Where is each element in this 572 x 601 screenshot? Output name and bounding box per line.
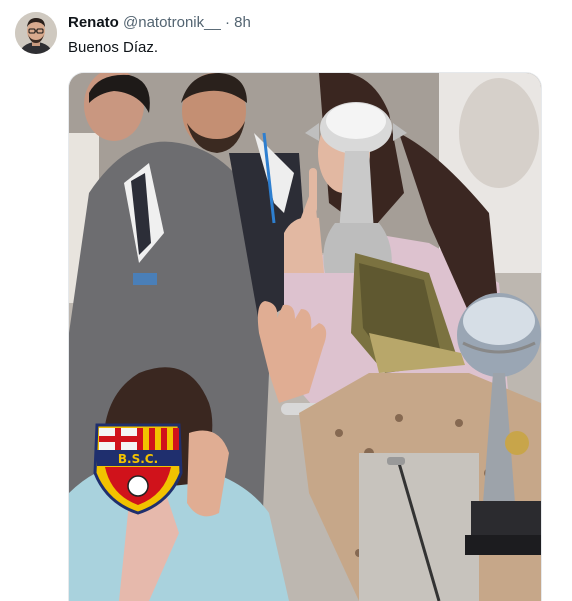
tweet-media-image[interactable]: B.S.C. <box>68 72 542 601</box>
author-handle[interactable]: @natotronik__ <box>123 14 221 31</box>
tweet-timestamp[interactable]: 8h <box>234 14 251 31</box>
avatar-image <box>15 12 57 54</box>
meme-photo: B.S.C. <box>69 73 541 601</box>
tweet-text: Buenos Díaz. <box>68 39 159 56</box>
author-name[interactable]: Renato <box>68 14 119 31</box>
tweet-header: Renato @natotronik__ · 8h <box>68 13 251 32</box>
author-avatar[interactable] <box>15 12 57 54</box>
separator-dot: · <box>224 14 230 31</box>
bsc-badge-text: B.S.C. <box>118 452 158 466</box>
